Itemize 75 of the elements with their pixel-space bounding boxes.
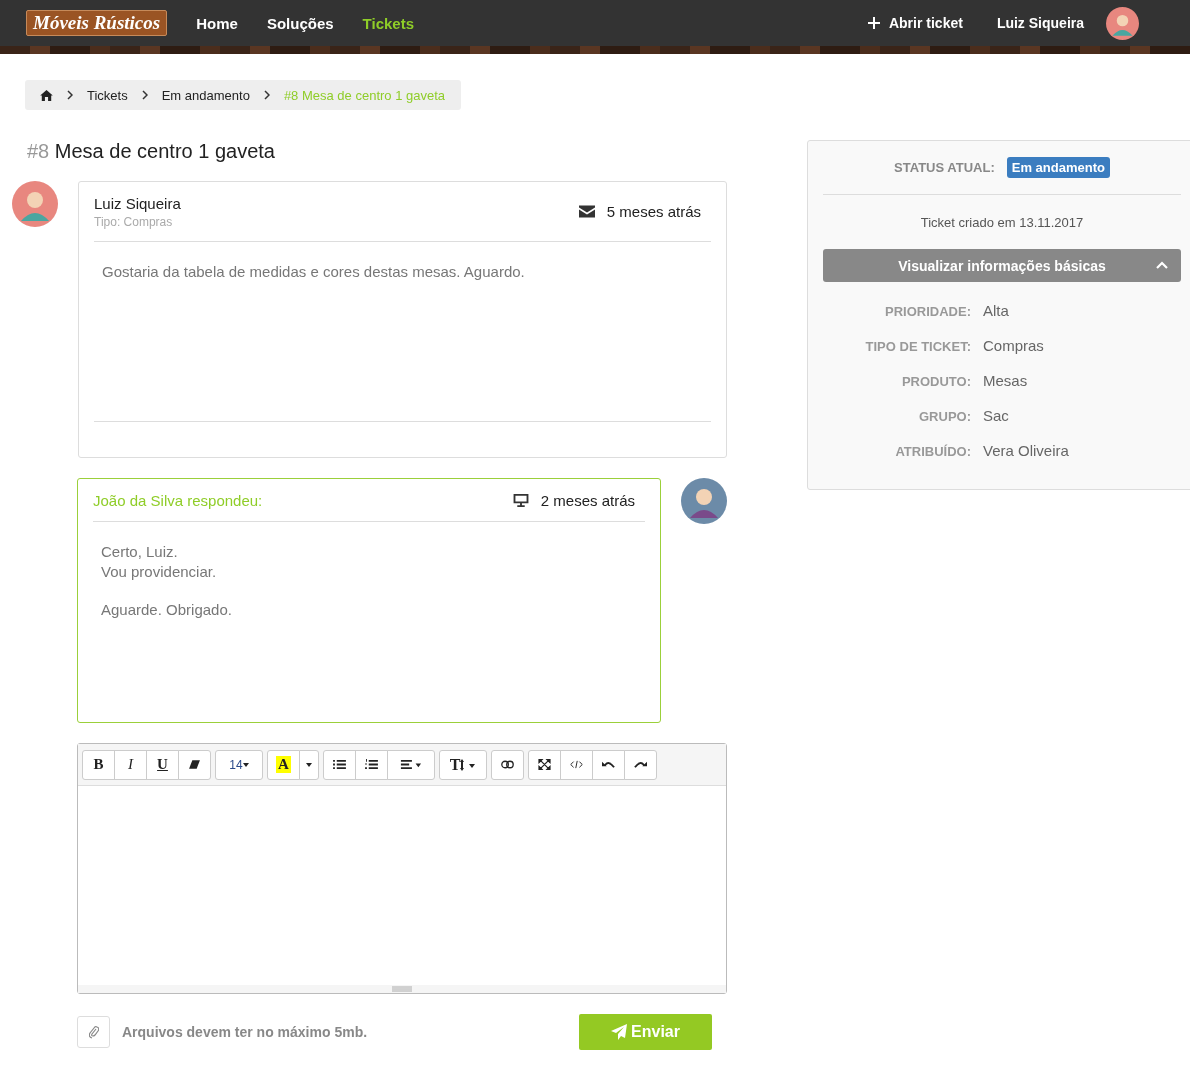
- undo-button[interactable]: [592, 749, 625, 780]
- numbered-list-icon: [365, 759, 378, 770]
- created-date: Ticket criado em 13.11.2017: [919, 215, 1085, 230]
- detail-value: Sac: [983, 407, 1010, 424]
- breadcrumb-link[interactable]: Em andamento: [161, 87, 250, 103]
- message-author: Luiz Siqueira: [94, 194, 182, 212]
- detail-label: TIPO DE TICKET:: [864, 339, 971, 354]
- detail-label: PRIORIDADE:: [884, 304, 971, 319]
- caret-icon: [242, 762, 249, 767]
- paper-plane-icon: [611, 1024, 628, 1040]
- align-left-icon: [400, 759, 422, 770]
- eraser-button[interactable]: [178, 749, 211, 780]
- detail-value: Mesas: [983, 372, 1029, 389]
- customer-avatar: [12, 181, 58, 227]
- code-icon: [570, 759, 583, 770]
- detail-value: Vera Oliveira: [983, 442, 1070, 459]
- font-size-dropdown[interactable]: 14: [215, 749, 263, 780]
- color-dropdown-button[interactable]: [299, 749, 319, 780]
- attachment-note: Arquivos devem ter no máximo 5mb.: [122, 1024, 368, 1040]
- paperclip-icon: [88, 1025, 99, 1039]
- ticket-title: Mesa de centro 1 gaveta: [54, 140, 275, 162]
- fullscreen-button[interactable]: [528, 749, 561, 780]
- caret-icon: [306, 762, 312, 767]
- detail-value: Compras: [983, 337, 1045, 354]
- plus-icon: [867, 17, 880, 29]
- ticket-number: #8: [27, 140, 50, 162]
- text-color-button[interactable]: A: [267, 749, 300, 780]
- bullet-list-button[interactable]: [323, 749, 356, 780]
- undo-icon: [602, 759, 615, 770]
- fullscreen-icon: [538, 759, 551, 770]
- agent-avatar: [681, 478, 727, 524]
- chevron-icon: [141, 90, 148, 100]
- resize-handle[interactable]: [78, 985, 726, 993]
- chevron-icon: [263, 90, 270, 100]
- message-text: Gostaria da tabela de medidas e cores destas mesas. Aguardo.: [102, 262, 526, 282]
- redo-icon: [634, 759, 647, 770]
- eraser-icon: [188, 759, 201, 770]
- user-avatar[interactable]: [1106, 6, 1139, 40]
- message-type: Tipo: Compras: [94, 214, 174, 229]
- detail-label: ATRIBUÍDO:: [894, 444, 971, 459]
- link-button[interactable]: [491, 749, 524, 780]
- logo[interactable]: Móveis Rústicos: [26, 10, 168, 36]
- status-label: STATUS ATUAL:: [894, 160, 995, 175]
- bullet-list-icon: [333, 759, 346, 770]
- nav-link[interactable]: Soluções: [266, 14, 334, 32]
- line-height-dropdown[interactable]: T: [439, 749, 487, 780]
- message-text: Certo, Luiz. Vou providenciar.: [101, 542, 218, 581]
- bold-button[interactable]: B: [82, 749, 115, 780]
- envelope-icon: [578, 205, 595, 218]
- chevron-icon: [67, 90, 73, 100]
- italic-button[interactable]: I: [114, 749, 147, 780]
- underline-button[interactable]: U: [146, 749, 179, 780]
- attach-file-button[interactable]: [77, 1016, 110, 1048]
- message-author: João da Silva respondeu:: [93, 491, 264, 509]
- link-icon: [501, 759, 514, 770]
- grip-icon: [392, 986, 412, 992]
- detail-label: GRUPO:: [918, 409, 971, 424]
- open-ticket-link[interactable]: Abrir ticket: [867, 15, 963, 31]
- nav-link[interactable]: Tickets: [362, 14, 414, 32]
- nav-link[interactable]: Home: [196, 14, 238, 32]
- message-text: Aguarde. Obrigado.: [101, 600, 233, 620]
- message-time: 2 meses atrás: [540, 491, 635, 509]
- redo-button[interactable]: [624, 749, 657, 780]
- breadcrumb-link[interactable]: Tickets: [87, 87, 128, 103]
- details-toggle-button[interactable]: Visualizar informações básicas: [823, 249, 1181, 282]
- home-icon[interactable]: [40, 89, 53, 101]
- numbered-list-button[interactable]: [355, 749, 388, 780]
- arrows-caret-icon: [460, 758, 477, 771]
- detail-value: Alta: [983, 302, 1010, 319]
- message-time: 5 meses atrás: [606, 203, 701, 220]
- user-name-link[interactable]: Luiz Siqueira: [996, 15, 1084, 31]
- align-dropdown[interactable]: [387, 749, 435, 780]
- status-badge: Em andamento: [1006, 157, 1110, 178]
- monitor-icon: [512, 493, 529, 507]
- detail-label: PRODUTO:: [900, 374, 971, 389]
